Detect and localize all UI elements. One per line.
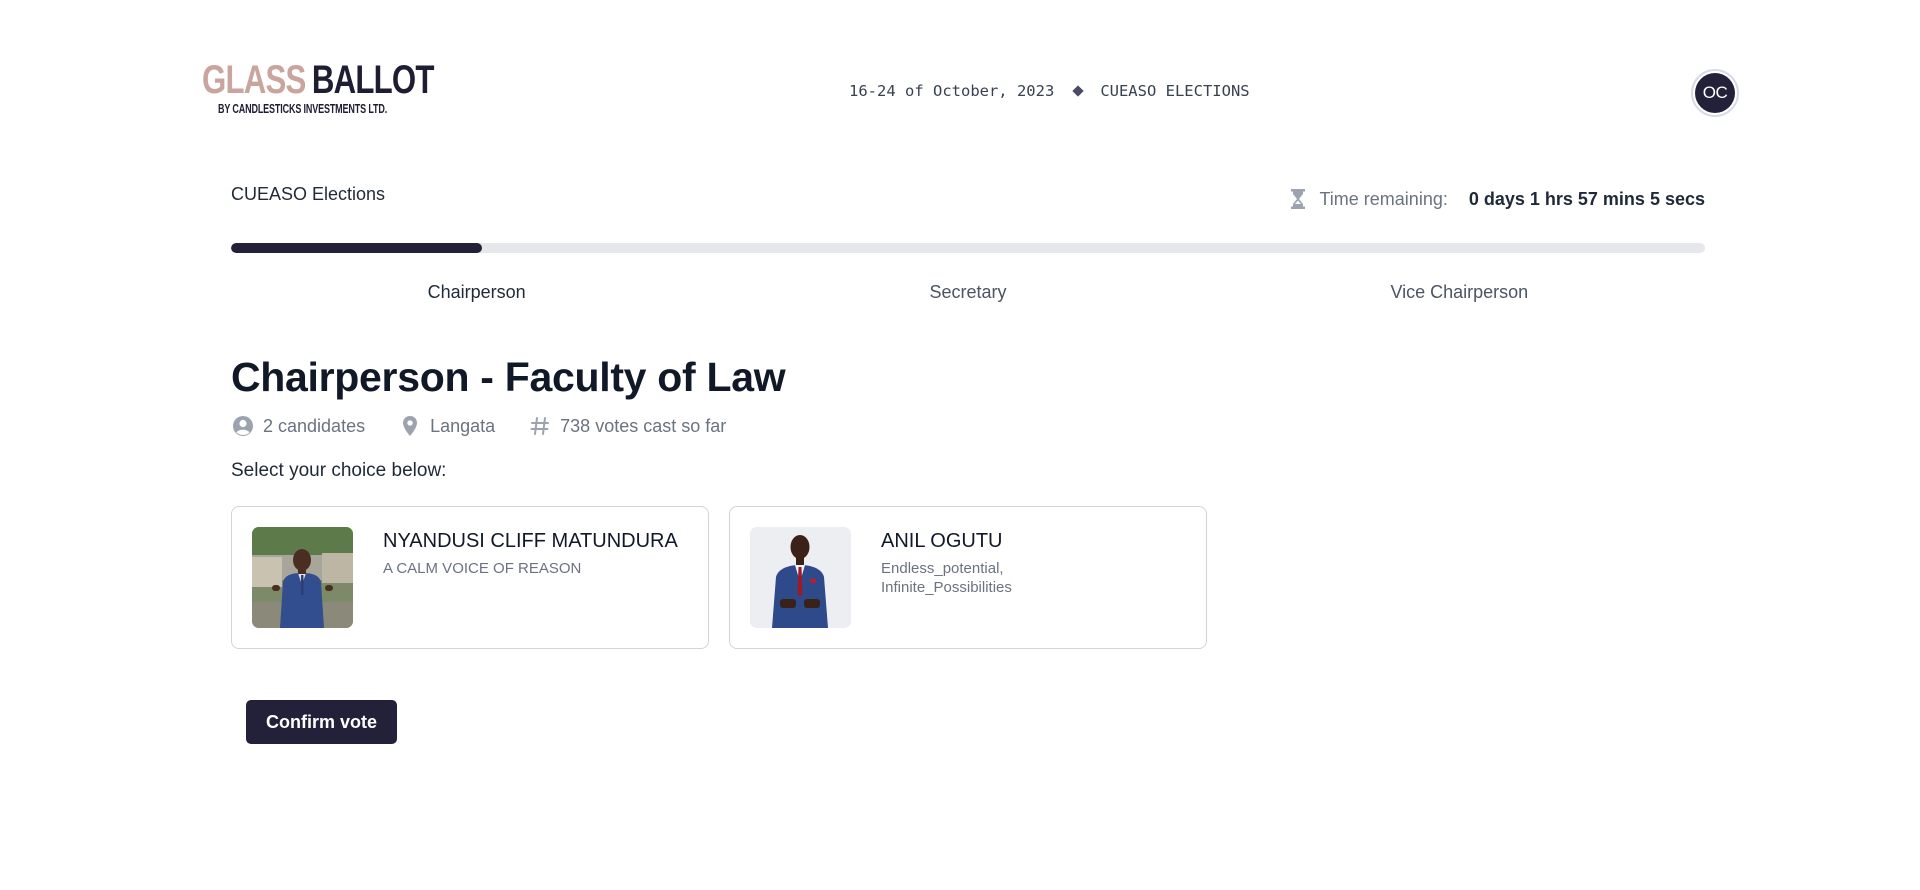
event-name: CUEASO ELECTIONS xyxy=(1100,82,1250,100)
avatar-initials: OC xyxy=(1695,73,1735,113)
event-info: 16-24 of October, 2023 CUEASO ELECTIONS xyxy=(849,82,1250,100)
ballot-progress-fill xyxy=(231,243,482,253)
candidate-card[interactable]: NYANDUSI CLIFF MATUNDURA A CALM VOICE OF… xyxy=(231,506,709,649)
candidate-photo xyxy=(252,527,353,628)
candidate-photo xyxy=(750,527,851,628)
location-item: Langata xyxy=(398,414,495,438)
election-title: CUEASO Elections xyxy=(231,184,386,204)
votes-count: 738 votes cast so far xyxy=(560,415,727,436)
ballot-steps: Chairperson Secretary Vice Chairperson xyxy=(231,282,1705,303)
logo-word-glass: GLASS xyxy=(202,58,306,102)
candidate-list: NYANDUSI CLIFF MATUNDURA A CALM VOICE OF… xyxy=(231,506,1227,649)
time-remaining-value: 0 days 1 hrs 57 mins 5 secs xyxy=(1468,188,1705,209)
candidates-count: 2 candidates xyxy=(263,415,366,436)
candidate-name: NYANDUSI CLIFF MATUNDURA xyxy=(383,530,678,552)
selection-instruction: Select your choice below: xyxy=(231,460,447,481)
candidate-slogan: A CALM VOICE OF REASON xyxy=(383,560,582,577)
diamond-separator-icon xyxy=(1072,85,1084,97)
time-remaining: Time remaining: 0 days 1 hrs 57 mins 5 s… xyxy=(1289,188,1705,210)
candidate-card[interactable]: ANIL OGUTU Endless_potential, Infinite_P… xyxy=(729,506,1207,649)
event-dates: 16-24 of October, 2023 xyxy=(849,82,1055,100)
candidates-count-item: 2 candidates xyxy=(231,414,365,438)
glass-ballot-logo[interactable]: GLASS BALLOT BY CANDLESTICKS INVESTMENTS … xyxy=(200,58,450,126)
ballot-progress-bar xyxy=(231,243,1705,253)
logo-subtitle: BY CANDLESTICKS INVESTMENTS LTD. xyxy=(218,102,388,116)
app-header: GLASS BALLOT BY CANDLESTICKS INVESTMENTS … xyxy=(0,0,1920,185)
step-vice-chairperson[interactable]: Vice Chairperson xyxy=(1214,282,1705,303)
step-secretary[interactable]: Secretary xyxy=(722,282,1213,303)
candidate-name: ANIL OGUTU xyxy=(881,530,1003,552)
time-remaining-label: Time remaining: xyxy=(1319,188,1448,209)
logo-word-ballot: BALLOT xyxy=(311,58,435,102)
user-circle-icon xyxy=(233,416,253,436)
user-avatar-button[interactable]: OC xyxy=(1691,69,1739,117)
hash-icon xyxy=(530,417,550,435)
step-chairperson[interactable]: Chairperson xyxy=(231,282,722,303)
hourglass-icon xyxy=(1291,189,1306,209)
position-title: Chairperson - Faculty of Law xyxy=(231,354,786,400)
votes-item: 738 votes cast so far xyxy=(528,414,726,438)
confirm-vote-button[interactable]: Confirm vote xyxy=(246,700,397,744)
position-meta: 2 candidates Langata 738 votes cast so f… xyxy=(231,414,759,438)
logo-wordmark: GLASS BALLOT xyxy=(202,58,434,102)
location: Langata xyxy=(430,415,496,436)
candidate-slogan: Endless_potential, Infinite_Possibilitie… xyxy=(881,560,1012,596)
map-pin-icon xyxy=(403,416,418,436)
